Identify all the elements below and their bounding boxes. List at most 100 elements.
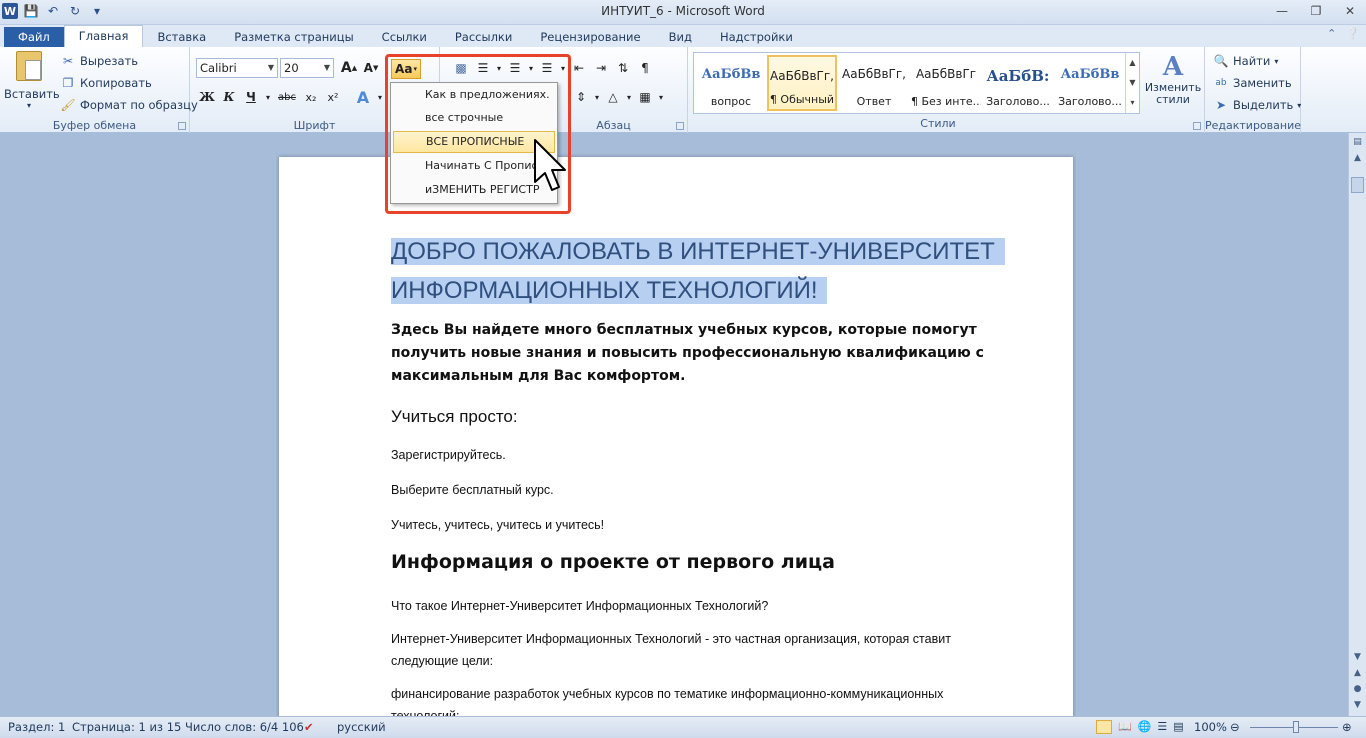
borders-dropdown-icon[interactable]: ▾	[656, 86, 666, 108]
paragraph-5[interactable]: Интернет-Университет Информационных Техн…	[391, 628, 1011, 672]
browse-object-icon[interactable]: ●	[1350, 682, 1366, 696]
style-normal[interactable]: АаБбВвГг, ¶ Обычный	[767, 55, 837, 111]
sort-icon[interactable]: ⇅	[612, 57, 634, 79]
menu-uppercase[interactable]: ВСЕ ПРОПИСНЫЕ	[393, 131, 555, 153]
borders-icon[interactable]: ▦	[634, 86, 656, 108]
change-styles-button[interactable]: A Изменить стили	[1144, 52, 1202, 106]
menu-lowercase[interactable]: все строчные	[393, 107, 555, 129]
tab-page-layout[interactable]: Разметка страницы	[220, 27, 367, 47]
ruler-toggle-icon[interactable]: ▤	[1350, 135, 1366, 149]
replace-button[interactable]: ab Заменить	[1213, 73, 1291, 93]
status-page[interactable]: Страница: 1 из 15	[72, 720, 181, 734]
superscript-icon[interactable]: x²	[322, 86, 344, 108]
draft-icon[interactable]: ▤	[1173, 720, 1183, 734]
status-language[interactable]: русский	[337, 720, 386, 734]
paragraph-2[interactable]: Выберите бесплатный курс.	[391, 479, 1011, 501]
minimize-ribbon-icon[interactable]: ⌃	[1327, 27, 1336, 40]
document-area[interactable]: ДОБРО ПОЖАЛОВАТЬ В ИНТЕРНЕТ-УНИВЕРСИТЕТ …	[0, 133, 1348, 716]
document-title[interactable]: ДОБРО ПОЖАЛОВАТЬ В ИНТЕРНЕТ-УНИВЕРСИТЕТ …	[391, 232, 1005, 310]
format-painter-button[interactable]: 🖌 Формат по образцу	[60, 95, 197, 115]
styles-launcher-icon[interactable]	[1193, 122, 1201, 130]
gallery-scroll[interactable]: ▲ ▼ ▾	[1125, 53, 1139, 113]
menu-sentence-case[interactable]: Как в предложениях.	[393, 84, 555, 106]
font-size-combo[interactable]: 20 ▼	[280, 58, 334, 78]
change-case-button[interactable]: Aa ▾	[391, 59, 421, 79]
subscript-icon[interactable]: x₂	[300, 86, 322, 108]
underline-dropdown-icon[interactable]: ▾	[262, 86, 274, 108]
menu-toggle-case[interactable]: иЗМЕНИТЬ РЕГИСТР	[393, 179, 555, 201]
scroll-up-icon[interactable]: ▲	[1350, 151, 1366, 165]
line-spacing-dropdown-icon[interactable]: ▾	[592, 86, 602, 108]
tab-mailings[interactable]: Рассылки	[441, 27, 526, 47]
tab-references[interactable]: Ссылки	[368, 27, 441, 47]
tab-insert[interactable]: Вставка	[143, 27, 220, 47]
zoom-slider-thumb[interactable]	[1293, 721, 1299, 733]
grow-font-glyph: A	[340, 60, 352, 76]
web-layout-icon[interactable]: 🌐	[1138, 720, 1152, 734]
proofing-icon[interactable]: ✔	[304, 720, 314, 734]
shading-dropdown-icon[interactable]: ▾	[624, 86, 634, 108]
font-name-combo[interactable]: Calibri ▼	[196, 58, 278, 78]
print-layout-icon[interactable]	[1096, 720, 1112, 734]
next-page-icon[interactable]: ▼	[1350, 698, 1366, 712]
close-icon[interactable]: ✕	[1338, 2, 1362, 20]
style-answer[interactable]: АаБбВвГг, Ответ	[839, 55, 909, 111]
style-question[interactable]: АаБбВв вопрос	[696, 55, 766, 111]
paragraph-6[interactable]: финансирование разработок учебных курсов…	[391, 683, 1011, 716]
paragraph-launcher-icon[interactable]	[676, 122, 684, 130]
grow-font-button[interactable]: A ▲	[338, 57, 360, 79]
tab-home[interactable]: Главная	[63, 25, 144, 47]
text-effects-icon[interactable]: A	[352, 86, 374, 108]
strikethrough-button[interactable]: abc	[274, 86, 300, 108]
restore-icon[interactable]: ❐	[1304, 2, 1328, 20]
style-heading-1[interactable]: АаБбВ: Заголово...	[983, 55, 1053, 111]
shrink-font-button[interactable]: A ▼	[360, 57, 382, 79]
paste-button[interactable]: Вставить ▾	[4, 51, 60, 110]
status-words[interactable]: Число слов: 6/4 106	[185, 720, 304, 734]
find-button[interactable]: 🔍 Найти ▾	[1213, 51, 1279, 71]
intro-paragraph[interactable]: Здесь Вы найдете много бесплатных учебны…	[391, 319, 1031, 388]
status-section[interactable]: Раздел: 1	[8, 720, 65, 734]
bold-button[interactable]: Ж	[196, 86, 218, 108]
paragraph-1[interactable]: Зарегистрируйтесь.	[391, 444, 1011, 466]
zoom-out-icon[interactable]: ⊖	[1230, 720, 1240, 734]
shading-icon[interactable]: △	[602, 86, 624, 108]
select-button[interactable]: ➤ Выделить ▾	[1213, 95, 1301, 115]
pilcrow-icon[interactable]: ¶	[634, 57, 656, 79]
italic-button[interactable]: К	[218, 86, 240, 108]
scroll-down-icon[interactable]: ▼	[1350, 650, 1366, 664]
gallery-up-icon[interactable]: ▲	[1126, 53, 1139, 73]
increase-indent-icon[interactable]: ⇥	[590, 57, 612, 79]
paragraph-bottom-row: ⇕ ▾ △ ▾ ▦ ▾	[570, 86, 666, 108]
decrease-indent-icon[interactable]: ⇤	[568, 57, 590, 79]
tab-addins[interactable]: Надстройки	[706, 27, 807, 47]
view-buttons: 📖 🌐 ☰ ▤	[1096, 720, 1184, 734]
cut-button[interactable]: ✂ Вырезать	[60, 51, 138, 71]
zoom-level[interactable]: 100%	[1194, 720, 1227, 734]
tab-review[interactable]: Рецензирование	[526, 27, 654, 47]
full-screen-reading-icon[interactable]: 📖	[1118, 720, 1132, 734]
vertical-scrollbar[interactable]: ▤ ▲ ▼ ▲ ● ▼	[1348, 133, 1366, 716]
document-page[interactable]: ДОБРО ПОЖАЛОВАТЬ В ИНТЕРНЕТ-УНИВЕРСИТЕТ …	[279, 157, 1073, 716]
outline-icon[interactable]: ☰	[1157, 720, 1167, 734]
gallery-down-icon[interactable]: ▼	[1126, 73, 1139, 93]
gallery-more-icon[interactable]: ▾	[1126, 93, 1139, 113]
subheading[interactable]: Учиться просто:	[391, 407, 518, 427]
scroll-thumb[interactable]	[1351, 177, 1364, 193]
prev-page-icon[interactable]: ▲	[1350, 666, 1366, 680]
paragraph-3[interactable]: Учитесь, учитесь, учитесь и учитесь!	[391, 514, 1011, 536]
heading-1[interactable]: Информация о проекте от первого лица	[391, 551, 835, 573]
underline-button[interactable]: Ч	[240, 86, 262, 108]
menu-capitalize-each-word[interactable]: Начинать С Прописных	[393, 155, 555, 177]
minimize-icon[interactable]: —	[1270, 2, 1294, 20]
copy-button[interactable]: ❐ Копировать	[60, 73, 152, 93]
clipboard-launcher-icon[interactable]	[178, 122, 186, 130]
paragraph-4[interactable]: Что такое Интернет-Университет Информаци…	[391, 595, 1011, 617]
tab-view[interactable]: Вид	[655, 27, 706, 47]
help-icon[interactable]: ❔	[1346, 27, 1360, 40]
style-no-spacing[interactable]: АаБбВвГг ¶ Без инте...	[911, 55, 981, 111]
zoom-in-icon[interactable]: ⊕	[1342, 720, 1352, 734]
style-heading-2[interactable]: АаБбВв Заголово...	[1055, 55, 1125, 111]
tab-file[interactable]: Файл	[4, 27, 64, 47]
line-spacing-icon[interactable]: ⇕	[570, 86, 592, 108]
